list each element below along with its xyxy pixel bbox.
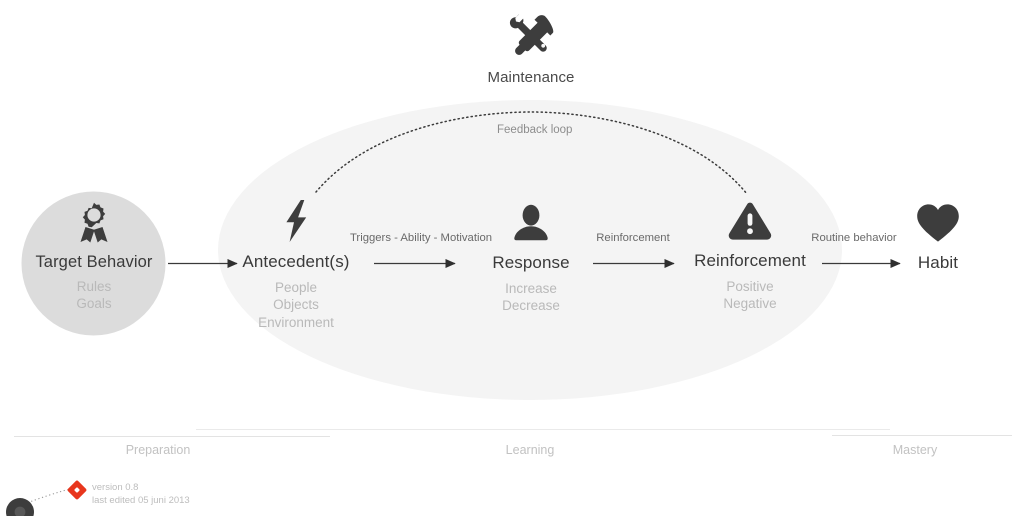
- target-behavior-sub: Rules Goals: [22, 278, 166, 313]
- version-meta: version 0.8 last edited 05 juni 2013: [92, 481, 190, 507]
- reinforcement-sub: Positive Negative: [668, 278, 832, 313]
- node-response[interactable]: Response Increase Decrease: [452, 203, 610, 315]
- award-rosette-icon: [22, 202, 166, 249]
- maintenance-title: Maintenance: [487, 69, 575, 86]
- response-title: Response: [492, 253, 570, 272]
- heart-icon: [876, 203, 1000, 248]
- node-maintenance[interactable]: Maintenance: [452, 14, 610, 86]
- response-sub-line: Increase: [505, 281, 557, 296]
- wrench-hammer-icon: [452, 14, 610, 63]
- reinforcement-title: Reinforcement: [694, 251, 806, 270]
- phase-label-learning: Learning: [505, 443, 555, 457]
- response-sub-line: Decrease: [502, 298, 560, 314]
- target-sub-line: Goals: [76, 296, 112, 312]
- antecedent-sub-line: Objects: [273, 297, 319, 313]
- antecedent-sub-line: People: [274, 280, 318, 295]
- antecedent-sub: People Objects Environment: [213, 279, 379, 331]
- node-reinforcement[interactable]: Reinforcement Positive Negative: [668, 201, 832, 313]
- reinforcement-sub-line: Positive: [726, 279, 774, 294]
- diagram-canvas: Maintenance Feedback loop Target Behavio…: [0, 0, 1024, 516]
- version-red-diamond: [67, 480, 87, 500]
- target-sub-line: Rules: [76, 279, 112, 294]
- antecedent-title: Antecedent(s): [242, 252, 350, 271]
- reinforcement-sub-line: Negative: [723, 296, 777, 312]
- node-habit[interactable]: Habit: [876, 203, 1000, 273]
- feedback-loop-label: Feedback loop: [497, 124, 573, 136]
- antecedent-sub-line: Environment: [258, 314, 334, 330]
- habit-title: Habit: [917, 253, 959, 272]
- version-label: version 0.8: [92, 482, 139, 493]
- response-sub: Increase Decrease: [452, 280, 610, 315]
- version-marker-group: [6, 480, 87, 516]
- phase-label-preparation: Preparation: [125, 443, 191, 457]
- phase-label-mastery: Mastery: [892, 443, 938, 457]
- target-behavior-title: Target Behavior: [35, 253, 153, 271]
- node-antecedent[interactable]: Antecedent(s) People Objects Environment: [213, 200, 379, 331]
- last-edited-label: last edited 05 juni 2013: [92, 495, 190, 507]
- node-target-behavior[interactable]: Target Behavior Rules Goals: [22, 192, 166, 313]
- version-connector: [23, 488, 71, 505]
